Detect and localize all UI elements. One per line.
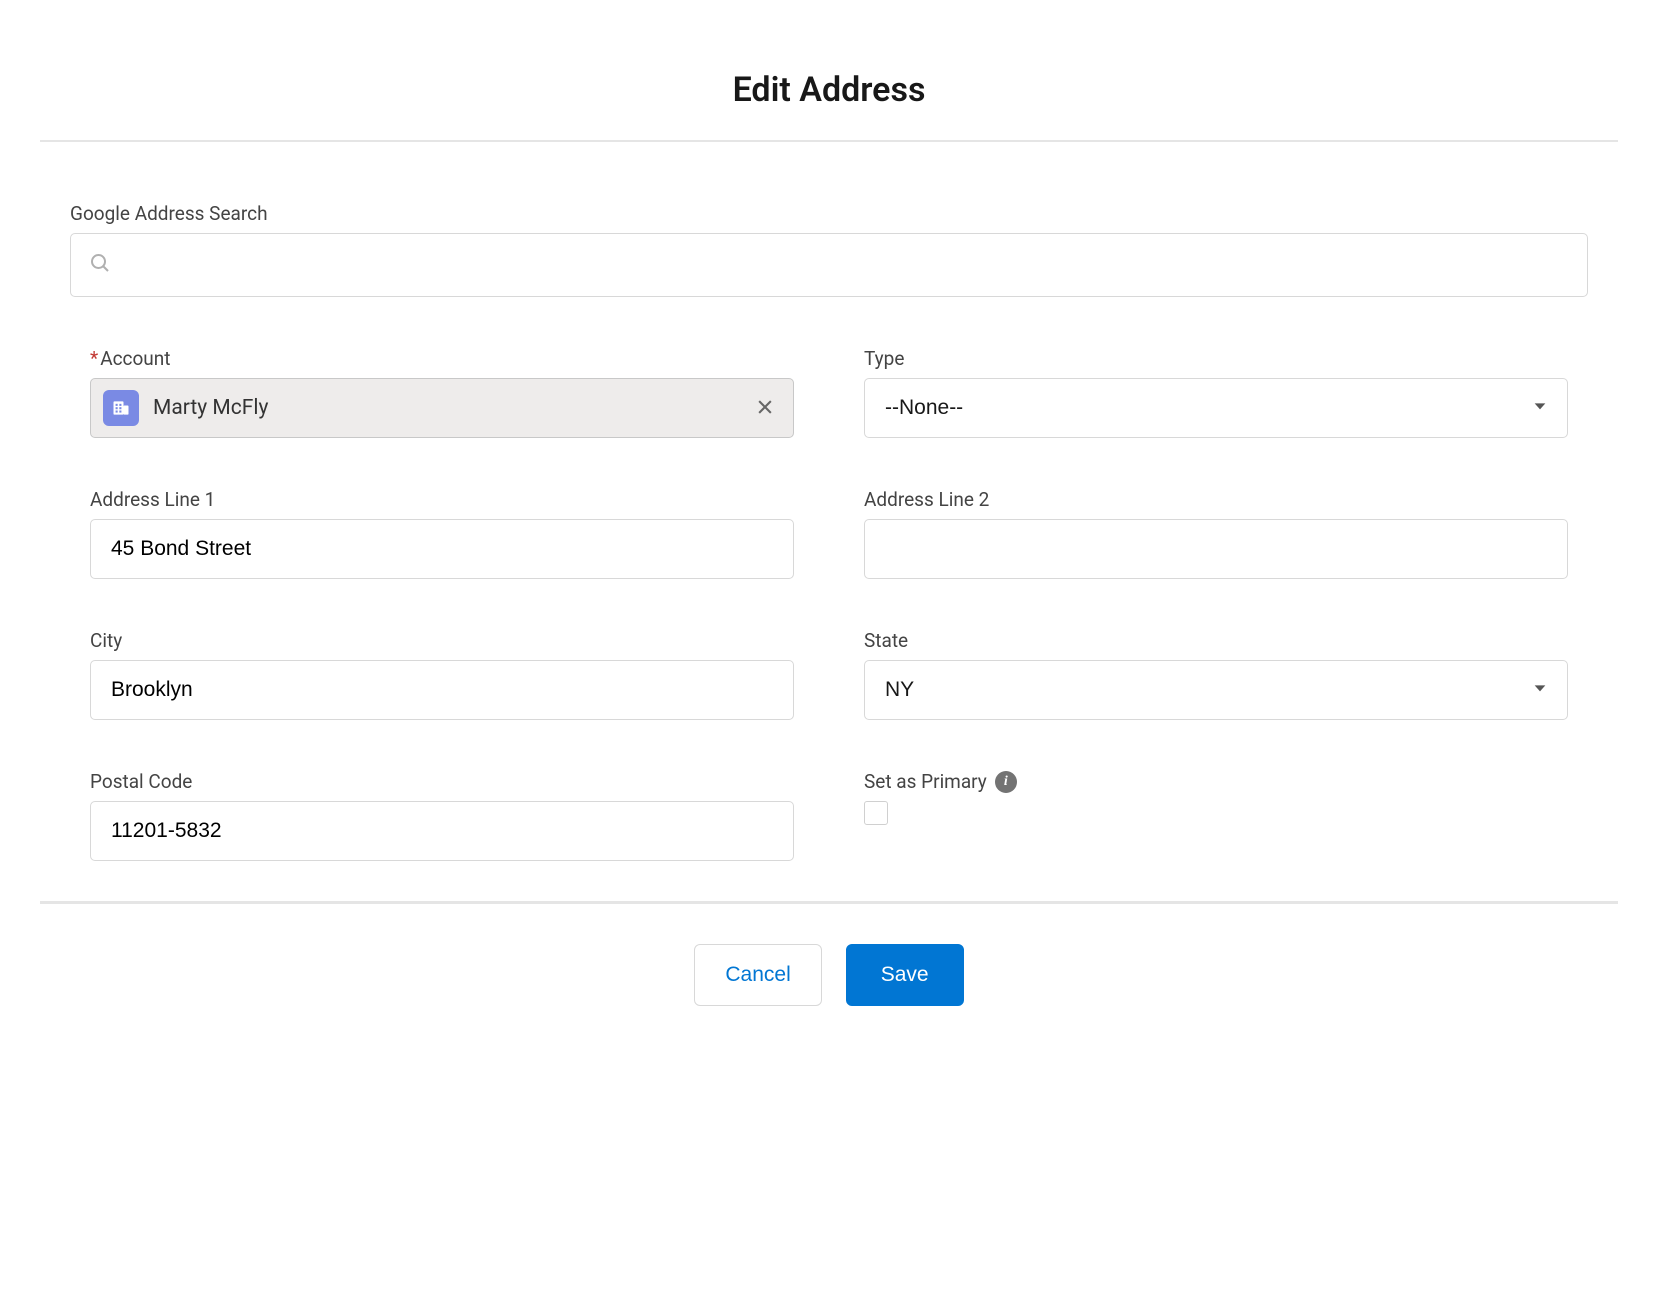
account-icon <box>103 390 139 426</box>
primary-checkbox[interactable] <box>864 801 888 825</box>
google-search-wrap <box>70 233 1588 297</box>
type-label: Type <box>864 347 1568 370</box>
postal-field: Postal Code <box>90 770 794 861</box>
form-body: Google Address Search *Account <box>40 202 1618 861</box>
postal-label: Postal Code <box>90 770 794 793</box>
address1-label: Address Line 1 <box>90 488 794 511</box>
account-field: *Account <box>90 347 794 438</box>
primary-label-text: Set as Primary <box>864 770 987 793</box>
google-search-input[interactable] <box>70 233 1588 297</box>
divider-top <box>40 140 1618 142</box>
save-button[interactable]: Save <box>846 944 964 1006</box>
modal-title: Edit Address <box>40 70 1618 110</box>
google-search-label: Google Address Search <box>70 202 1588 225</box>
cancel-button[interactable]: Cancel <box>694 944 821 1006</box>
address1-field: Address Line 1 <box>90 488 794 579</box>
city-field: City <box>90 629 794 720</box>
postal-input[interactable] <box>90 801 794 861</box>
edit-address-modal: Edit Address Google Address Search *Acco… <box>0 0 1658 1066</box>
account-pill[interactable]: Marty McFly <box>90 378 794 438</box>
address2-field: Address Line 2 <box>864 488 1568 579</box>
state-label: State <box>864 629 1568 652</box>
info-icon[interactable]: i <box>995 771 1017 793</box>
divider-bottom <box>40 901 1618 904</box>
primary-field: Set as Primary i <box>864 770 1568 861</box>
account-label: *Account <box>90 347 794 370</box>
type-select[interactable]: --None-- <box>864 378 1568 438</box>
close-icon <box>755 397 775 420</box>
search-icon <box>88 251 112 279</box>
address2-input[interactable] <box>864 519 1568 579</box>
state-select[interactable]: NY <box>864 660 1568 720</box>
account-value: Marty McFly <box>153 396 735 420</box>
state-field: State NY <box>864 629 1568 720</box>
primary-label: Set as Primary i <box>864 770 1568 793</box>
type-field: Type --None-- <box>864 347 1568 438</box>
footer: Cancel Save <box>40 944 1618 1006</box>
address1-input[interactable] <box>90 519 794 579</box>
account-label-text: Account <box>100 347 170 370</box>
city-input[interactable] <box>90 660 794 720</box>
city-label: City <box>90 629 794 652</box>
required-marker: * <box>90 347 98 370</box>
fields-grid: *Account <box>70 347 1588 861</box>
account-clear-button[interactable] <box>749 391 781 426</box>
address2-label: Address Line 2 <box>864 488 1568 511</box>
